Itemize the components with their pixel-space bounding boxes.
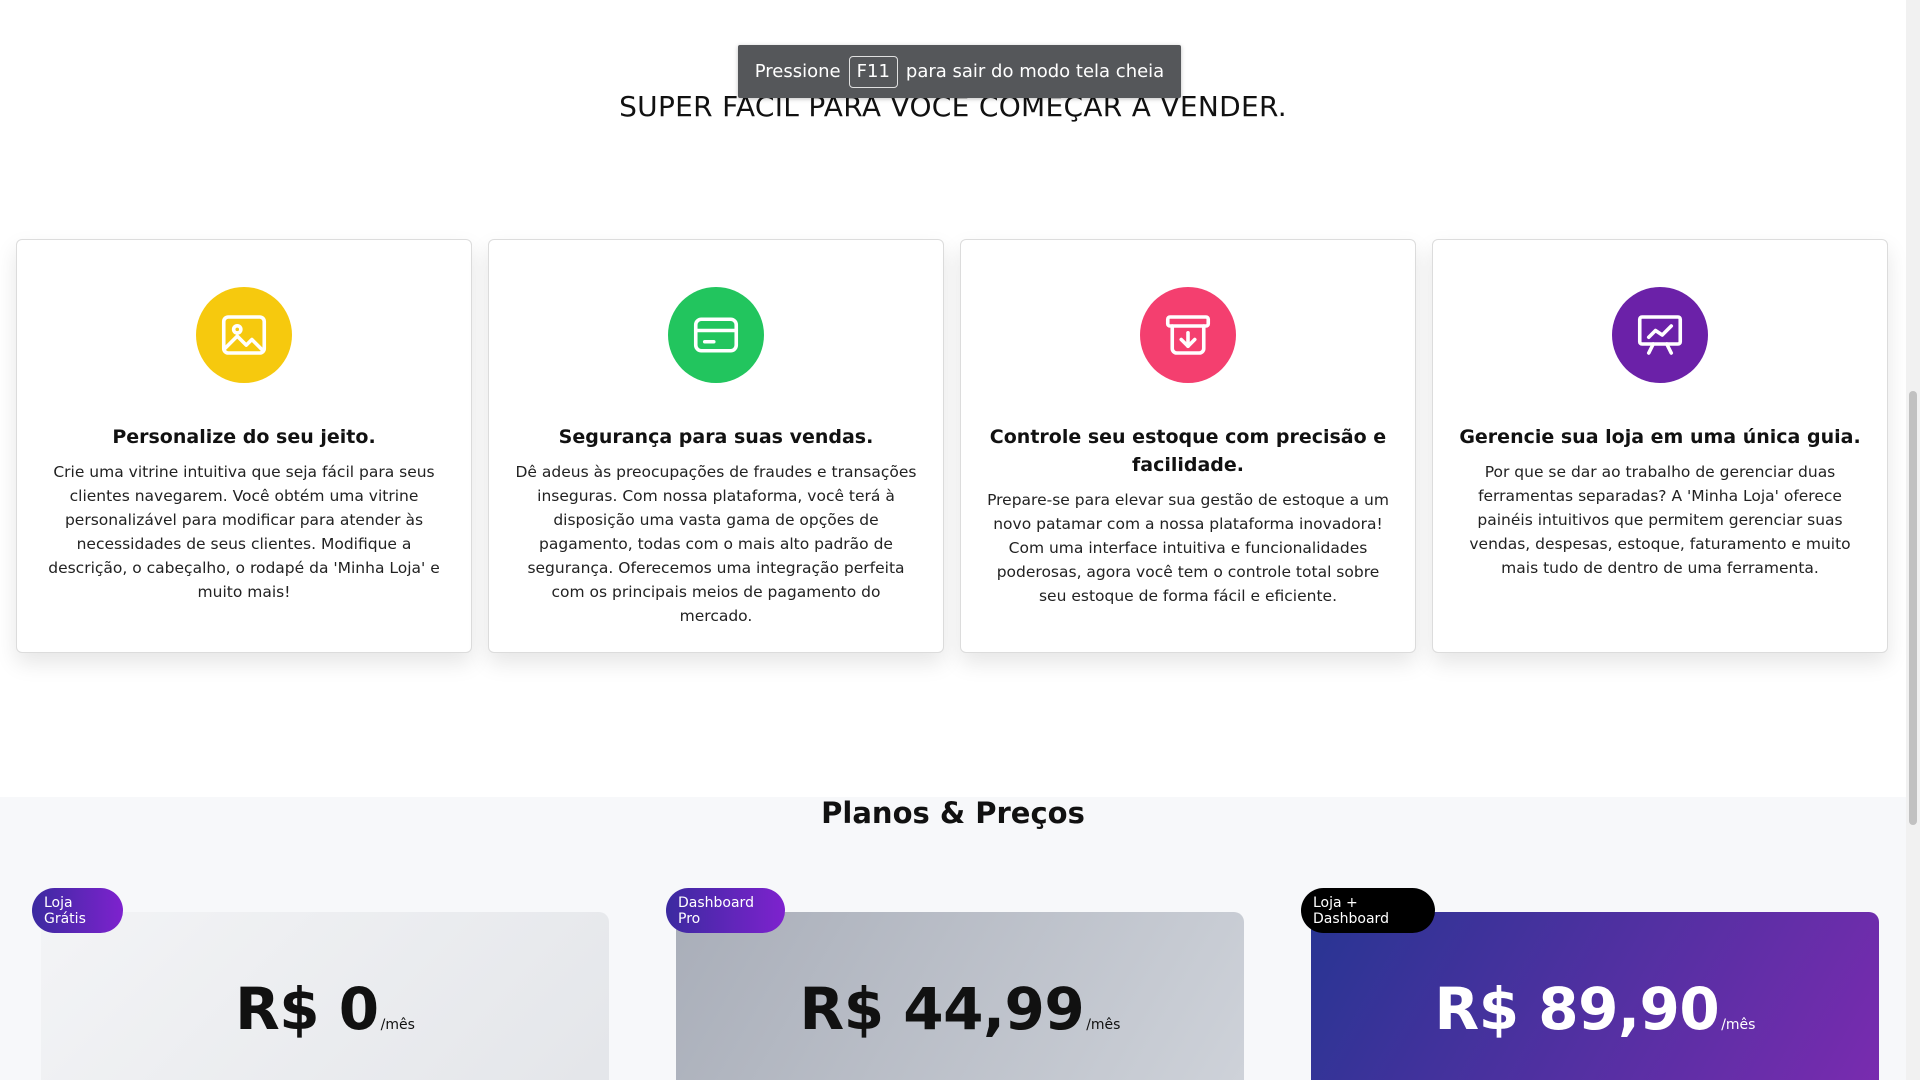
plan-amount: R$ 44,99 bbox=[799, 975, 1085, 1043]
plan-period: /mês bbox=[1721, 1017, 1756, 1033]
plan-card-dashboard-pro[interactable]: R$ 44,99 /mês bbox=[676, 912, 1244, 1080]
plan-badge-loja-dashboard: Loja + Dashboard bbox=[1301, 888, 1435, 933]
plan-price: R$ 44,99 /mês bbox=[800, 975, 1121, 1080]
page-viewport: Pressione F11 para sair do modo tela che… bbox=[0, 0, 1906, 1080]
plan-card-loja-dashboard[interactable]: R$ 89,90 /mês bbox=[1311, 912, 1879, 1080]
feature-card-security: Segurança para suas vendas. Dê adeus às … bbox=[488, 239, 944, 653]
feature-card-stock: Controle seu estoque com precisão e faci… bbox=[960, 239, 1416, 653]
plan-price: R$ 0 /mês bbox=[235, 975, 415, 1080]
feature-text: Dê adeus às preocupações de fraudes e tr… bbox=[515, 463, 917, 625]
plan-period: /mês bbox=[1086, 1017, 1121, 1033]
presentation-chart-icon bbox=[1612, 287, 1708, 383]
plan-card-free[interactable]: R$ 0 /mês bbox=[41, 912, 609, 1080]
fullscreen-notice: Pressione F11 para sair do modo tela che… bbox=[738, 45, 1181, 98]
plan-badge-label: Loja + Dashboard bbox=[1313, 894, 1389, 927]
feature-title: Personalize do seu jeito. bbox=[112, 426, 376, 448]
pricing-title: Planos & Preços bbox=[821, 796, 1085, 830]
feature-card-personalize: Personalize do seu jeito. Crie uma vitri… bbox=[16, 239, 472, 653]
plan-period: /mês bbox=[380, 1017, 415, 1033]
archive-download-icon bbox=[1140, 287, 1236, 383]
feature-title: Controle seu estoque com precisão e faci… bbox=[989, 426, 1387, 476]
feature-text: Crie uma vitrine intuitiva que seja fáci… bbox=[48, 463, 440, 601]
feature-text: Prepare-se para elevar sua gestão de est… bbox=[987, 491, 1389, 605]
plan-amount: R$ 0 bbox=[235, 975, 379, 1043]
plan-price: R$ 89,90 /mês bbox=[1435, 975, 1756, 1080]
f11-key: F11 bbox=[848, 55, 898, 88]
plan-amount: R$ 89,90 bbox=[1434, 975, 1720, 1043]
feature-text: Por que se dar ao trabalho de gerenciar … bbox=[1469, 463, 1851, 577]
feature-title: Gerencie sua loja em uma única guia. bbox=[1459, 426, 1861, 448]
plan-badge-label: Loja Grátis bbox=[44, 894, 86, 927]
fullscreen-notice-before: Pressione bbox=[754, 61, 841, 82]
plan-badge-free: Loja Grátis bbox=[32, 888, 123, 933]
plan-badge-dashboard-pro: Dashboard Pro bbox=[666, 888, 785, 933]
scrollbar[interactable] bbox=[1906, 0, 1920, 1080]
fullscreen-notice-after: para sair do modo tela cheia bbox=[905, 61, 1165, 82]
plan-badge-label: Dashboard Pro bbox=[678, 894, 754, 927]
credit-card-icon bbox=[668, 287, 764, 383]
image-icon bbox=[196, 287, 292, 383]
feature-card-dashboard: Gerencie sua loja em uma única guia. Por… bbox=[1432, 239, 1888, 653]
scrollbar-thumb[interactable] bbox=[1909, 391, 1917, 825]
features-section: Personalize do seu jeito. Crie uma vitri… bbox=[16, 239, 1890, 653]
feature-title: Segurança para suas vendas. bbox=[558, 426, 874, 448]
